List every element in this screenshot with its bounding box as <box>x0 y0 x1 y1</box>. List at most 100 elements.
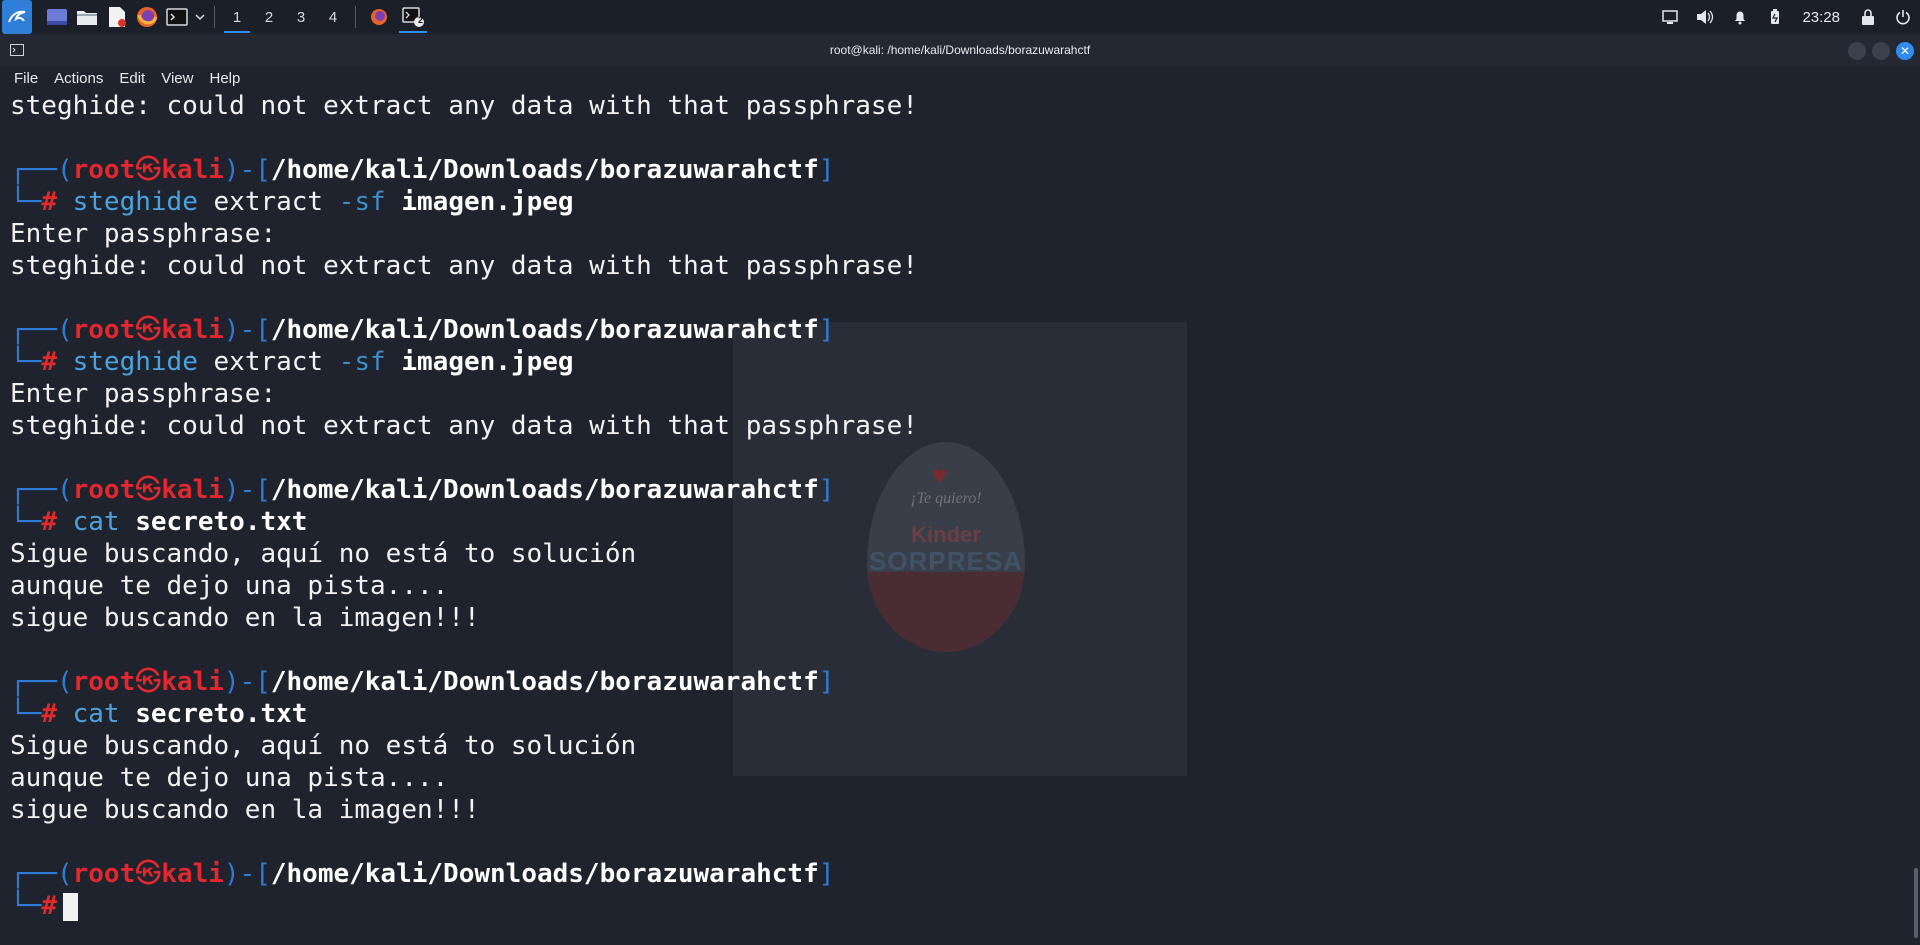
menu-bar: File Actions Edit View Help <box>0 66 1920 90</box>
show-desktop-icon[interactable] <box>42 0 72 34</box>
taskbar-firefox[interactable] <box>362 0 396 34</box>
prompt-host: kali <box>161 475 224 505</box>
command-file: imagen.jpeg <box>385 347 574 377</box>
terminal-window-icon[interactable] <box>10 43 24 61</box>
menu-edit[interactable]: Edit <box>119 70 145 87</box>
prompt-separator: ㉿ <box>135 155 162 185</box>
prompt-separator: ㉿ <box>135 475 162 505</box>
close-button[interactable]: ✕ <box>1896 42 1914 60</box>
top-panel: 1 2 3 4 2 23:28 <box>0 0 1920 35</box>
menu-file[interactable]: File <box>14 70 38 87</box>
workspace-3[interactable]: 3 <box>285 0 317 34</box>
maximize-button[interactable] <box>1872 42 1890 60</box>
volume-icon[interactable] <box>1687 0 1722 34</box>
output-line: Sigue buscando, aquí no está to solución <box>10 539 637 569</box>
terminal-output: steghide: could not extract any data wit… <box>10 90 918 922</box>
output-line: steghide: could not extract any data wit… <box>10 251 918 281</box>
firefox-icon[interactable] <box>132 0 162 34</box>
window-controls: ✕ <box>1848 42 1914 60</box>
output-line: sigue buscando en la imagen!!! <box>10 603 480 633</box>
output-line: Enter passphrase: <box>10 379 277 409</box>
prompt-user: root <box>72 667 136 697</box>
command-line: └─# cat secreto.txt <box>10 507 308 537</box>
text-cursor <box>62 892 78 921</box>
command-block: ┌──(root㉿kali)-[/home/kali/Downloads/bor… <box>10 474 918 666</box>
prompt-host: kali <box>161 667 224 697</box>
prompt-hash: # <box>41 347 57 377</box>
window-titlebar[interactable]: root@kali: /home/kali/Downloads/borazuwa… <box>0 34 1920 66</box>
command-name: cat <box>72 507 120 537</box>
prompt-line: ┌──(root㉿kali)-[/home/kali/Downloads/bor… <box>10 859 835 889</box>
command-name: cat <box>72 699 120 729</box>
prompt-user: root <box>72 155 136 185</box>
menu-actions[interactable]: Actions <box>54 70 103 87</box>
output-line: sigue buscando en la imagen!!! <box>10 795 480 825</box>
clock[interactable]: 23:28 <box>1792 9 1850 26</box>
prompt-line: ┌──(root㉿kali)-[/home/kali/Downloads/bor… <box>10 155 835 185</box>
terminal-launcher-icon[interactable] <box>162 0 192 34</box>
window-title: root@kali: /home/kali/Downloads/borazuwa… <box>829 43 1091 57</box>
prompt-separator: ㉿ <box>135 315 162 345</box>
prompt-host: kali <box>161 859 224 889</box>
notification-bell-icon[interactable] <box>1722 0 1757 34</box>
menu-view[interactable]: View <box>161 70 193 87</box>
prompt-line: ┌──(root㉿kali)-[/home/kali/Downloads/bor… <box>10 475 835 505</box>
menu-help[interactable]: Help <box>209 70 240 87</box>
command-file: secreto.txt <box>119 699 308 729</box>
output-line: Sigue buscando, aquí no está to solución <box>10 731 637 761</box>
prompt-user: root <box>72 475 136 505</box>
panel-separator <box>214 6 215 28</box>
command-file: imagen.jpeg <box>385 187 574 217</box>
output-line: Enter passphrase: <box>10 219 277 249</box>
prompt-hash: # <box>41 507 57 537</box>
scrollbar[interactable] <box>1910 90 1920 945</box>
prompt-path: /home/kali/Downloads/borazuwarahctf <box>270 315 819 345</box>
taskbar-terminal[interactable]: 2 <box>396 0 430 34</box>
power-icon[interactable] <box>1885 0 1920 34</box>
panel-separator <box>355 6 356 28</box>
workspace-2[interactable]: 2 <box>253 0 285 34</box>
prompt-path: /home/kali/Downloads/borazuwarahctf <box>270 859 819 889</box>
command-option: -sf <box>338 187 386 217</box>
prompt-host: kali <box>161 315 224 345</box>
command-line: └─# cat secreto.txt <box>10 699 308 729</box>
scrollbar-thumb[interactable] <box>1914 868 1918 938</box>
battery-icon[interactable] <box>1757 0 1792 34</box>
workspace-1[interactable]: 1 <box>221 0 253 34</box>
command-line: └─# steghide extract -sf imagen.jpeg <box>10 347 574 377</box>
file-manager-icon[interactable] <box>72 0 102 34</box>
display-icon[interactable] <box>1652 0 1687 34</box>
prompt-hash: # <box>41 891 57 921</box>
kali-menu-icon[interactable] <box>2 0 32 34</box>
output-line: aunque te dejo una pista.... <box>10 763 449 793</box>
command-block: ┌──(root㉿kali)-[/home/kali/Downloads/bor… <box>10 666 918 858</box>
prompt-path: /home/kali/Downloads/borazuwarahctf <box>270 475 819 505</box>
command-file: secreto.txt <box>119 507 308 537</box>
chevron-down-icon[interactable] <box>192 0 208 34</box>
prompt-separator: ㉿ <box>135 859 162 889</box>
terminal-count-badge: 2 <box>418 15 424 25</box>
prompt-hash: # <box>41 187 57 217</box>
text-editor-icon[interactable] <box>102 0 132 34</box>
prompt-path: /home/kali/Downloads/borazuwarahctf <box>270 155 819 185</box>
prompt-separator: ㉿ <box>135 667 162 697</box>
minimize-button[interactable] <box>1848 42 1866 60</box>
terminal-area[interactable]: ♥ ¡Te quiero! Kinder SORPRESA steghide: … <box>0 90 1910 945</box>
workspace-4[interactable]: 4 <box>317 0 349 34</box>
prompt-hash: # <box>41 699 57 729</box>
prompt-line: ┌──(root㉿kali)-[/home/kali/Downloads/bor… <box>10 315 835 345</box>
system-tray: 23:28 <box>1652 0 1920 34</box>
heart-icon: ♥ <box>932 460 948 490</box>
command-option: -sf <box>338 347 386 377</box>
lock-screen-icon[interactable] <box>1850 0 1885 34</box>
command-name: steghide <box>72 187 198 217</box>
command-line: └─# steghide extract -sf imagen.jpeg <box>10 187 574 217</box>
command-block: ┌──(root㉿kali)-[/home/kali/Downloads/bor… <box>10 154 918 314</box>
input-line[interactable]: └─# <box>10 890 918 922</box>
prompt-user: root <box>72 859 136 889</box>
output-line: steghide: could not extract any data wit… <box>10 411 918 441</box>
